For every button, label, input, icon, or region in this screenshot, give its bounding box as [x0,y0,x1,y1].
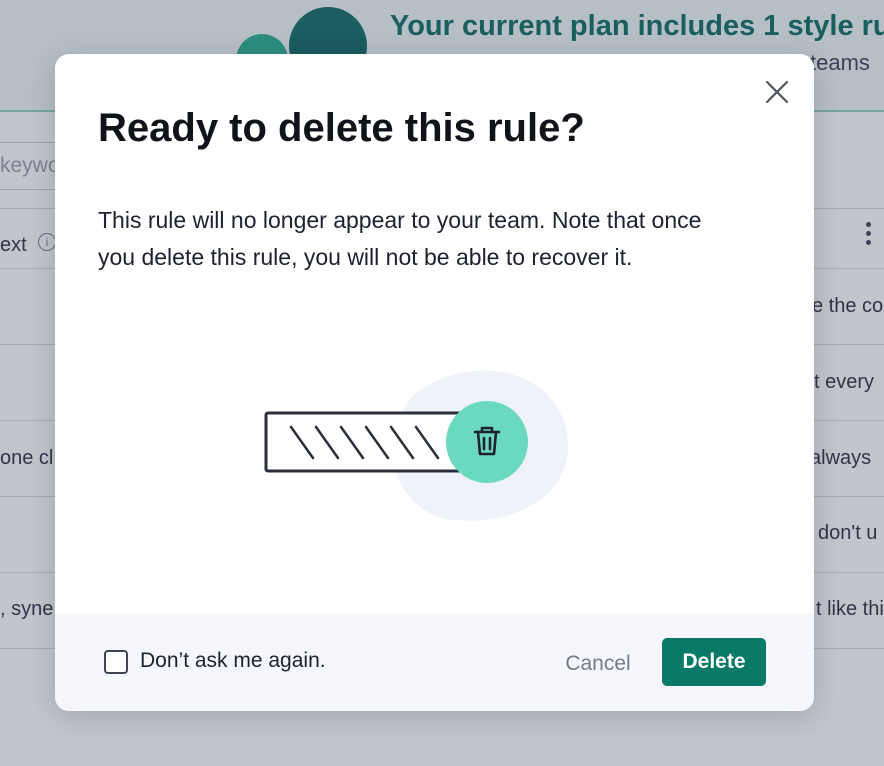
delete-rule-illustration [255,354,585,534]
dont-ask-again-checkbox[interactable] [104,650,128,674]
cancel-button[interactable]: Cancel [555,642,641,686]
delete-rule-dialog: Ready to delete this rule? This rule wil… [55,54,814,711]
delete-button[interactable]: Delete [662,638,766,686]
dialog-title: Ready to delete this rule? [98,106,585,150]
trash-badge [446,401,528,483]
dialog-message: This rule will no longer appear to your … [98,207,702,270]
close-icon [765,80,789,104]
dont-ask-again-label[interactable]: Don’t ask me again. [140,649,326,673]
close-button[interactable] [761,76,793,108]
